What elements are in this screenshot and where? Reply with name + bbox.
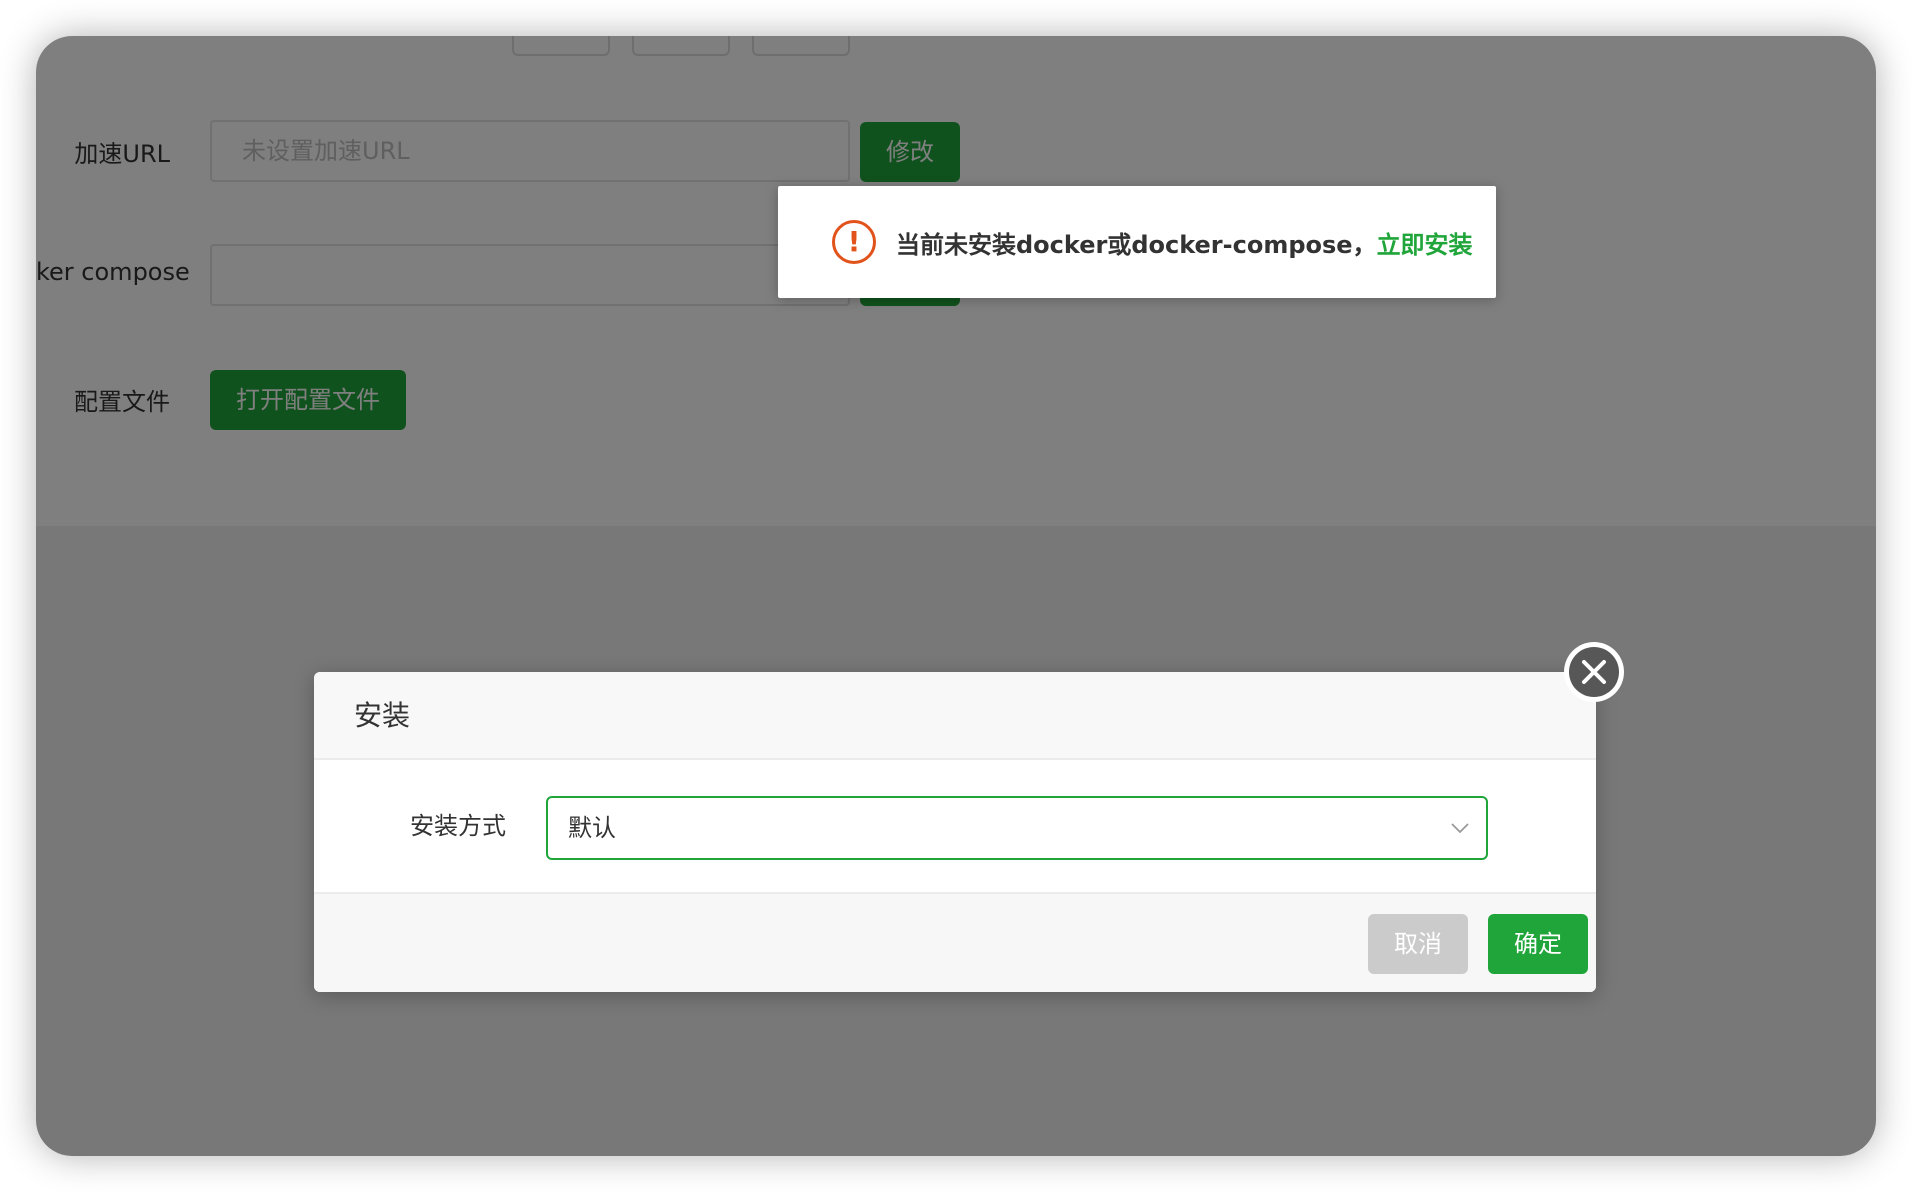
warning-circle-icon: ! — [832, 220, 876, 264]
install-method-label: 安装方式 — [410, 812, 506, 840]
install-method-select[interactable]: 默认 — [546, 796, 1488, 860]
toast-message: 当前未安装docker或docker-compose， — [896, 230, 1377, 259]
install-dialog: 安装 安装方式 默认 取消 确定 — [314, 672, 1596, 992]
dialog-title: 安装 — [314, 672, 1596, 760]
cancel-button[interactable]: 取消 — [1368, 914, 1468, 974]
confirm-button[interactable]: 确定 — [1488, 914, 1588, 974]
chevron-down-icon — [1451, 823, 1469, 834]
install-method-value: 默认 — [568, 814, 616, 842]
close-icon — [1569, 647, 1619, 697]
dialog-footer: 取消 确定 — [314, 892, 1596, 992]
dialog-close-button[interactable] — [1564, 642, 1624, 702]
docker-missing-toast: ! 当前未安装docker或docker-compose， 立即安装 — [778, 186, 1496, 298]
install-now-link[interactable]: 立即安装 — [1377, 225, 1473, 260]
app-window: 加速URL 未设置加速URL 修改 ker compose 配置文件 打开配置文… — [36, 36, 1876, 1156]
dialog-body: 安装方式 默认 — [314, 760, 1596, 892]
